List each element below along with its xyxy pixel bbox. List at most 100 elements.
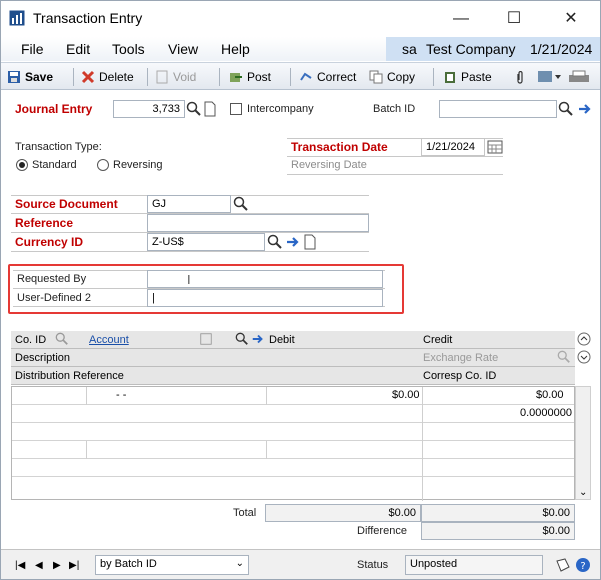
post-icon xyxy=(230,73,242,82)
currency-id-label: Currency ID xyxy=(15,235,84,249)
journal-entry-field[interactable]: 3,733 xyxy=(113,100,185,118)
col-debit-header: Debit xyxy=(269,334,295,346)
close-button[interactable]: ✕ xyxy=(548,5,594,33)
intercompany-label: Intercompany xyxy=(247,103,314,115)
menu-view[interactable]: View xyxy=(168,41,198,57)
total-debit: $0.00 xyxy=(265,504,421,522)
coid-lookup-icon[interactable] xyxy=(55,332,69,346)
row1-debit[interactable]: $0.00 xyxy=(392,389,420,401)
total-label: Total xyxy=(233,507,257,519)
grid-header-row2: Description Exchange Rate xyxy=(11,349,575,367)
minimize-button[interactable]: — xyxy=(438,5,484,33)
void-button[interactable]: Void xyxy=(155,68,196,86)
correct-button[interactable]: Correct xyxy=(299,68,356,86)
currency-goto-arrow-icon[interactable] xyxy=(285,234,301,250)
save-icon xyxy=(8,71,20,83)
source-document-field[interactable]: GJ xyxy=(147,195,231,213)
intercompany-checkbox[interactable] xyxy=(230,103,242,115)
calendar-icon[interactable] xyxy=(487,139,503,155)
status-value: Unposted xyxy=(405,555,543,575)
transaction-date-field[interactable]: 1/21/2024 xyxy=(421,138,485,156)
row1-credit[interactable]: $0.00 xyxy=(536,389,564,401)
row1-account[interactable]: - - xyxy=(116,389,126,401)
company-band: sa Test Company 1/21/2024 xyxy=(386,37,600,61)
correct-icon xyxy=(300,72,312,81)
expand-down-icon[interactable] xyxy=(577,350,591,364)
delete-x-icon xyxy=(81,70,95,84)
paste-button[interactable]: Paste xyxy=(443,68,492,86)
title-bar: Transaction Entry — ☐ ✕ xyxy=(1,1,600,37)
table-row[interactable]: - - $0.00 $0.00 xyxy=(12,387,574,405)
col-coid-header[interactable]: Co. ID xyxy=(15,334,46,346)
batch-goto-arrow-icon[interactable] xyxy=(577,101,593,117)
paste-icon xyxy=(445,72,455,83)
transaction-type-label: Transaction Type: xyxy=(15,141,102,153)
currency-lookup-icon[interactable] xyxy=(267,234,283,250)
app-chart-icon xyxy=(9,10,25,26)
save-button[interactable]: Save xyxy=(7,68,53,86)
table-row[interactable] xyxy=(12,459,574,477)
source-lookup-icon[interactable] xyxy=(233,196,249,212)
toolbar: Save Delete Void Post Correct Copy Paste xyxy=(1,62,600,90)
row2-rate[interactable]: 0.0000000 xyxy=(520,407,572,419)
currency-note-icon[interactable] xyxy=(302,234,318,250)
grid-scrollbar[interactable]: ⌄ xyxy=(575,386,591,500)
journal-lookup-icon[interactable] xyxy=(186,101,202,117)
menu-tools[interactable]: Tools xyxy=(112,41,145,57)
standard-radio[interactable] xyxy=(16,159,28,171)
col-exchange-rate-header: Exchange Rate xyxy=(423,352,499,364)
col-description-header: Description xyxy=(15,352,71,364)
window-title: Transaction Entry xyxy=(33,10,143,26)
help-icon[interactable]: ? xyxy=(575,557,591,573)
grid-header-row1: Co. ID Account Debit Credit xyxy=(11,331,575,349)
options-menu-icon[interactable] xyxy=(537,69,563,85)
journal-note-icon[interactable] xyxy=(202,101,218,117)
reversing-label: Reversing xyxy=(113,159,163,171)
distribution-grid[interactable]: - - $0.00 $0.00 0.0000000 xyxy=(11,386,575,501)
table-row[interactable]: 0.0000000 xyxy=(12,405,574,423)
expand-up-icon[interactable] xyxy=(577,332,591,346)
batch-id-field[interactable] xyxy=(439,100,557,118)
col-dist-ref-header: Distribution Reference xyxy=(15,370,124,382)
source-document-label: Source Document xyxy=(15,197,118,211)
previous-record-icon[interactable]: ◀ xyxy=(35,560,43,571)
reference-field[interactable] xyxy=(147,214,369,232)
user-id: sa xyxy=(402,41,417,57)
account-tree-icon[interactable] xyxy=(199,332,213,346)
rate-lookup-icon[interactable] xyxy=(557,350,571,364)
batch-lookup-icon[interactable] xyxy=(558,101,574,117)
next-record-icon[interactable]: ▶ xyxy=(53,560,61,571)
svg-text:?: ? xyxy=(580,561,585,572)
reference-label: Reference xyxy=(15,216,74,230)
print-icon[interactable] xyxy=(567,69,593,85)
maximize-button[interactable]: ☐ xyxy=(491,5,537,33)
copy-button[interactable]: Copy xyxy=(369,68,415,86)
note-icon[interactable] xyxy=(555,557,571,573)
first-record-icon[interactable]: |◀ xyxy=(15,560,25,571)
account-lookup-icon[interactable] xyxy=(235,332,249,346)
browse-sort-dropdown[interactable]: by Batch ID ⌄ xyxy=(95,555,249,575)
table-row[interactable] xyxy=(12,441,574,459)
difference-value: $0.00 xyxy=(421,522,575,540)
attachment-paperclip-icon[interactable] xyxy=(515,71,525,85)
delete-button[interactable]: Delete xyxy=(81,68,134,86)
scroll-down-icon[interactable]: ⌄ xyxy=(579,487,587,498)
account-goto-arrow-icon[interactable] xyxy=(251,332,265,346)
table-row[interactable] xyxy=(12,423,574,441)
reversing-radio[interactable] xyxy=(97,159,109,171)
standard-label: Standard xyxy=(32,159,77,171)
menu-help[interactable]: Help xyxy=(221,41,250,57)
transaction-entry-window: Transaction Entry — ☐ ✕ File Edit Tools … xyxy=(0,0,601,580)
menu-file[interactable]: File xyxy=(21,41,44,57)
void-icon xyxy=(156,70,168,84)
last-record-icon[interactable]: ▶| xyxy=(69,560,79,571)
currency-id-field[interactable]: Z-US$ xyxy=(147,233,265,251)
batch-id-label: Batch ID xyxy=(373,103,416,115)
col-corresp-header: Corresp Co. ID xyxy=(423,370,497,382)
post-button[interactable]: Post xyxy=(229,68,271,86)
transaction-date-label: Transaction Date xyxy=(291,140,388,154)
status-label: Status xyxy=(357,559,389,571)
company-name: Test Company xyxy=(426,41,516,57)
menu-edit[interactable]: Edit xyxy=(66,41,90,57)
col-account-header[interactable]: Account xyxy=(89,334,129,346)
